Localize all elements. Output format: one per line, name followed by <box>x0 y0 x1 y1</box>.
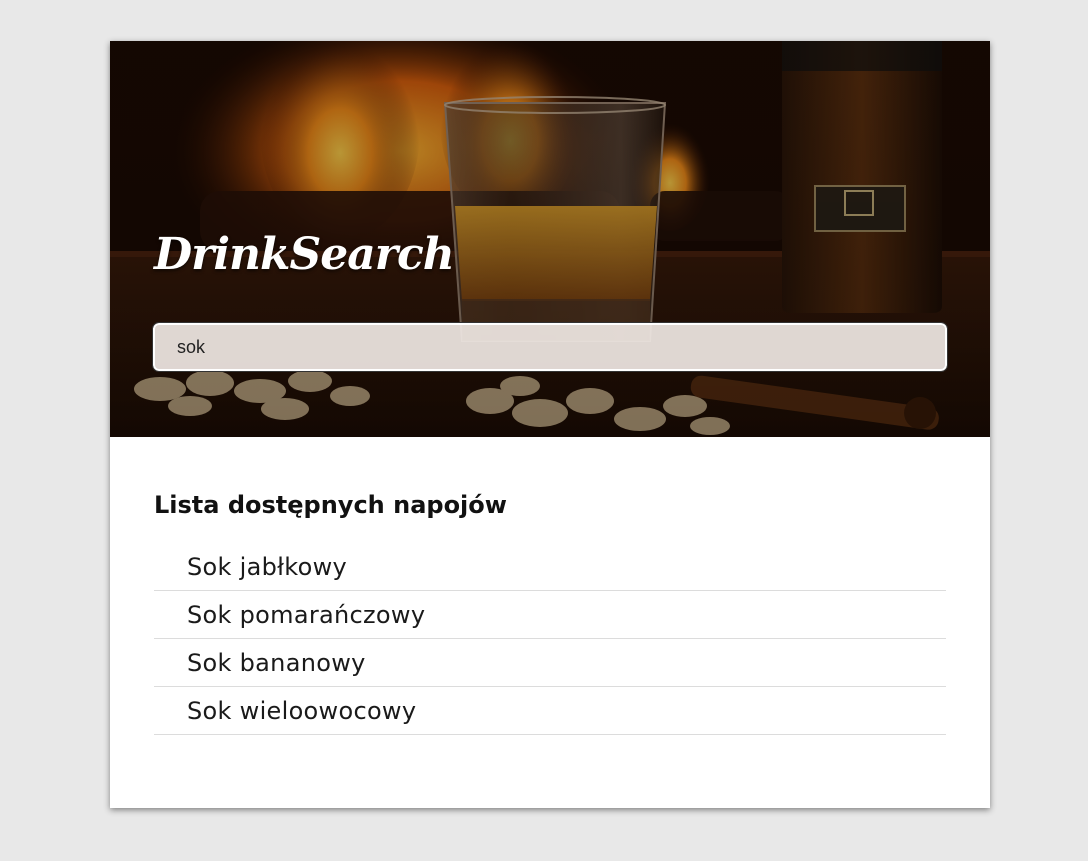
list-item[interactable]: Sok jabłkowy <box>154 543 946 591</box>
app-logo[interactable]: DrinkSearch <box>154 229 455 280</box>
search-input[interactable] <box>152 322 948 372</box>
list-item[interactable]: Sok bananowy <box>154 639 946 687</box>
results-heading: Lista dostępnych napojów <box>154 491 507 519</box>
hero-banner: DrinkSearch <box>110 41 990 437</box>
main-card: DrinkSearch Lista dostępnych napojów Sok… <box>110 41 990 808</box>
results-section: Lista dostępnych napojów Sok jabłkowy So… <box>154 491 946 735</box>
list-item[interactable]: Sok wieloowocowy <box>154 687 946 735</box>
drink-list: Sok jabłkowy Sok pomarańczowy Sok banano… <box>154 543 946 735</box>
list-item[interactable]: Sok pomarańczowy <box>154 591 946 639</box>
